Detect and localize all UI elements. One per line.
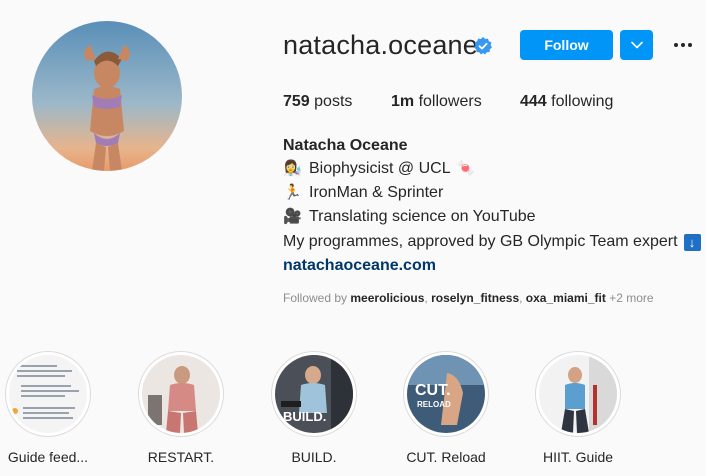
- followed-by-user[interactable]: roselyn_fitness: [431, 291, 519, 305]
- bio-line-2-text: IronMan & Sprinter: [309, 184, 444, 201]
- candy-emoji-icon: 🍬: [456, 160, 476, 177]
- following-stat[interactable]: 444 following: [520, 93, 613, 111]
- highlight-label: HIIT. Guide: [542, 449, 614, 465]
- followed-by-prefix: Followed by: [283, 291, 348, 305]
- posts-count: 759: [283, 93, 310, 110]
- highlight-ring: [535, 351, 621, 437]
- posts-stat: 759 posts: [283, 93, 352, 111]
- bio-line-3-text: Translating science on YouTube: [309, 208, 536, 225]
- followed-by-user[interactable]: meerolicious: [350, 291, 424, 305]
- bio-line-2: 🏃 IronMan & Sprinter: [283, 184, 443, 202]
- following-label: following: [551, 93, 614, 110]
- profile-full-name: Natacha Oceane: [283, 137, 408, 154]
- story-highlight[interactable]: HIIT. Guide: [533, 351, 623, 465]
- more-dot-icon: [688, 43, 692, 47]
- highlight-label: Guide feed...: [7, 449, 89, 465]
- svg-text:CUT.: CUT.: [415, 382, 451, 399]
- followers-stat[interactable]: 1m followers: [391, 93, 482, 111]
- verified-badge-icon: [474, 37, 492, 55]
- bio-line-3: 🎥 Translating science on YouTube: [283, 208, 536, 226]
- highlight-ring: BUILD.: [271, 351, 357, 437]
- follow-button[interactable]: Follow: [520, 30, 613, 60]
- highlight-cover-image: [9, 355, 87, 433]
- scientist-emoji-icon: 👩‍🔬: [283, 160, 302, 177]
- down-arrow-icon: ↓: [683, 233, 701, 251]
- followers-label: followers: [418, 93, 482, 110]
- chevron-down-icon: [630, 41, 643, 49]
- suggested-accounts-dropdown-button[interactable]: [620, 30, 653, 60]
- more-options-button[interactable]: [670, 34, 696, 56]
- followers-count: 1m: [391, 93, 415, 110]
- posts-label: posts: [314, 93, 353, 110]
- highlight-ring: [5, 351, 91, 437]
- highlight-label: RESTART.: [147, 449, 215, 465]
- followed-by[interactable]: Followed by meerolicious, roselyn_fitnes…: [283, 291, 654, 305]
- profile-username: natacha.oceane: [283, 30, 478, 60]
- highlight-cover-image: CUT. RELOAD: [407, 355, 485, 433]
- highlight-label: BUILD.: [291, 449, 337, 465]
- followed-by-more[interactable]: +2 more: [609, 291, 653, 305]
- runner-emoji-icon: 🏃: [283, 184, 302, 201]
- highlight-cover-image: BUILD.: [275, 355, 353, 433]
- svg-text:RELOAD: RELOAD: [417, 400, 451, 409]
- story-highlight[interactable]: CUT. RELOAD CUT. Reload: [401, 351, 491, 465]
- video-camera-emoji-icon: 🎥: [283, 208, 302, 225]
- followed-by-user[interactable]: oxa_miami_fit: [526, 291, 606, 305]
- more-dot-icon: [681, 43, 685, 47]
- svg-text:BUILD.: BUILD.: [283, 409, 326, 424]
- more-dot-icon: [674, 43, 678, 47]
- profile-avatar[interactable]: [32, 21, 182, 171]
- highlight-ring: CUT. RELOAD: [403, 351, 489, 437]
- bio-line-4-text: My programmes, approved by GB Olympic Te…: [283, 233, 678, 250]
- story-highlight[interactable]: RESTART.: [136, 351, 226, 465]
- bio-line-1-text: Biophysicist @ UCL: [309, 160, 451, 177]
- bio-line-1: 👩‍🔬 Biophysicist @ UCL 🍬: [283, 160, 475, 178]
- story-highlight[interactable]: Guide feed...: [3, 351, 93, 465]
- highlight-cover-image: [539, 355, 617, 433]
- following-count: 444: [520, 93, 547, 110]
- highlight-label: CUT. Reload: [406, 449, 486, 465]
- profile-website-link[interactable]: natachaoceane.com: [283, 257, 436, 275]
- story-highlight[interactable]: BUILD. BUILD.: [269, 351, 359, 465]
- bio-line-4: My programmes, approved by GB Olympic Te…: [283, 233, 701, 251]
- highlight-ring: [138, 351, 224, 437]
- highlight-cover-image: [142, 355, 220, 433]
